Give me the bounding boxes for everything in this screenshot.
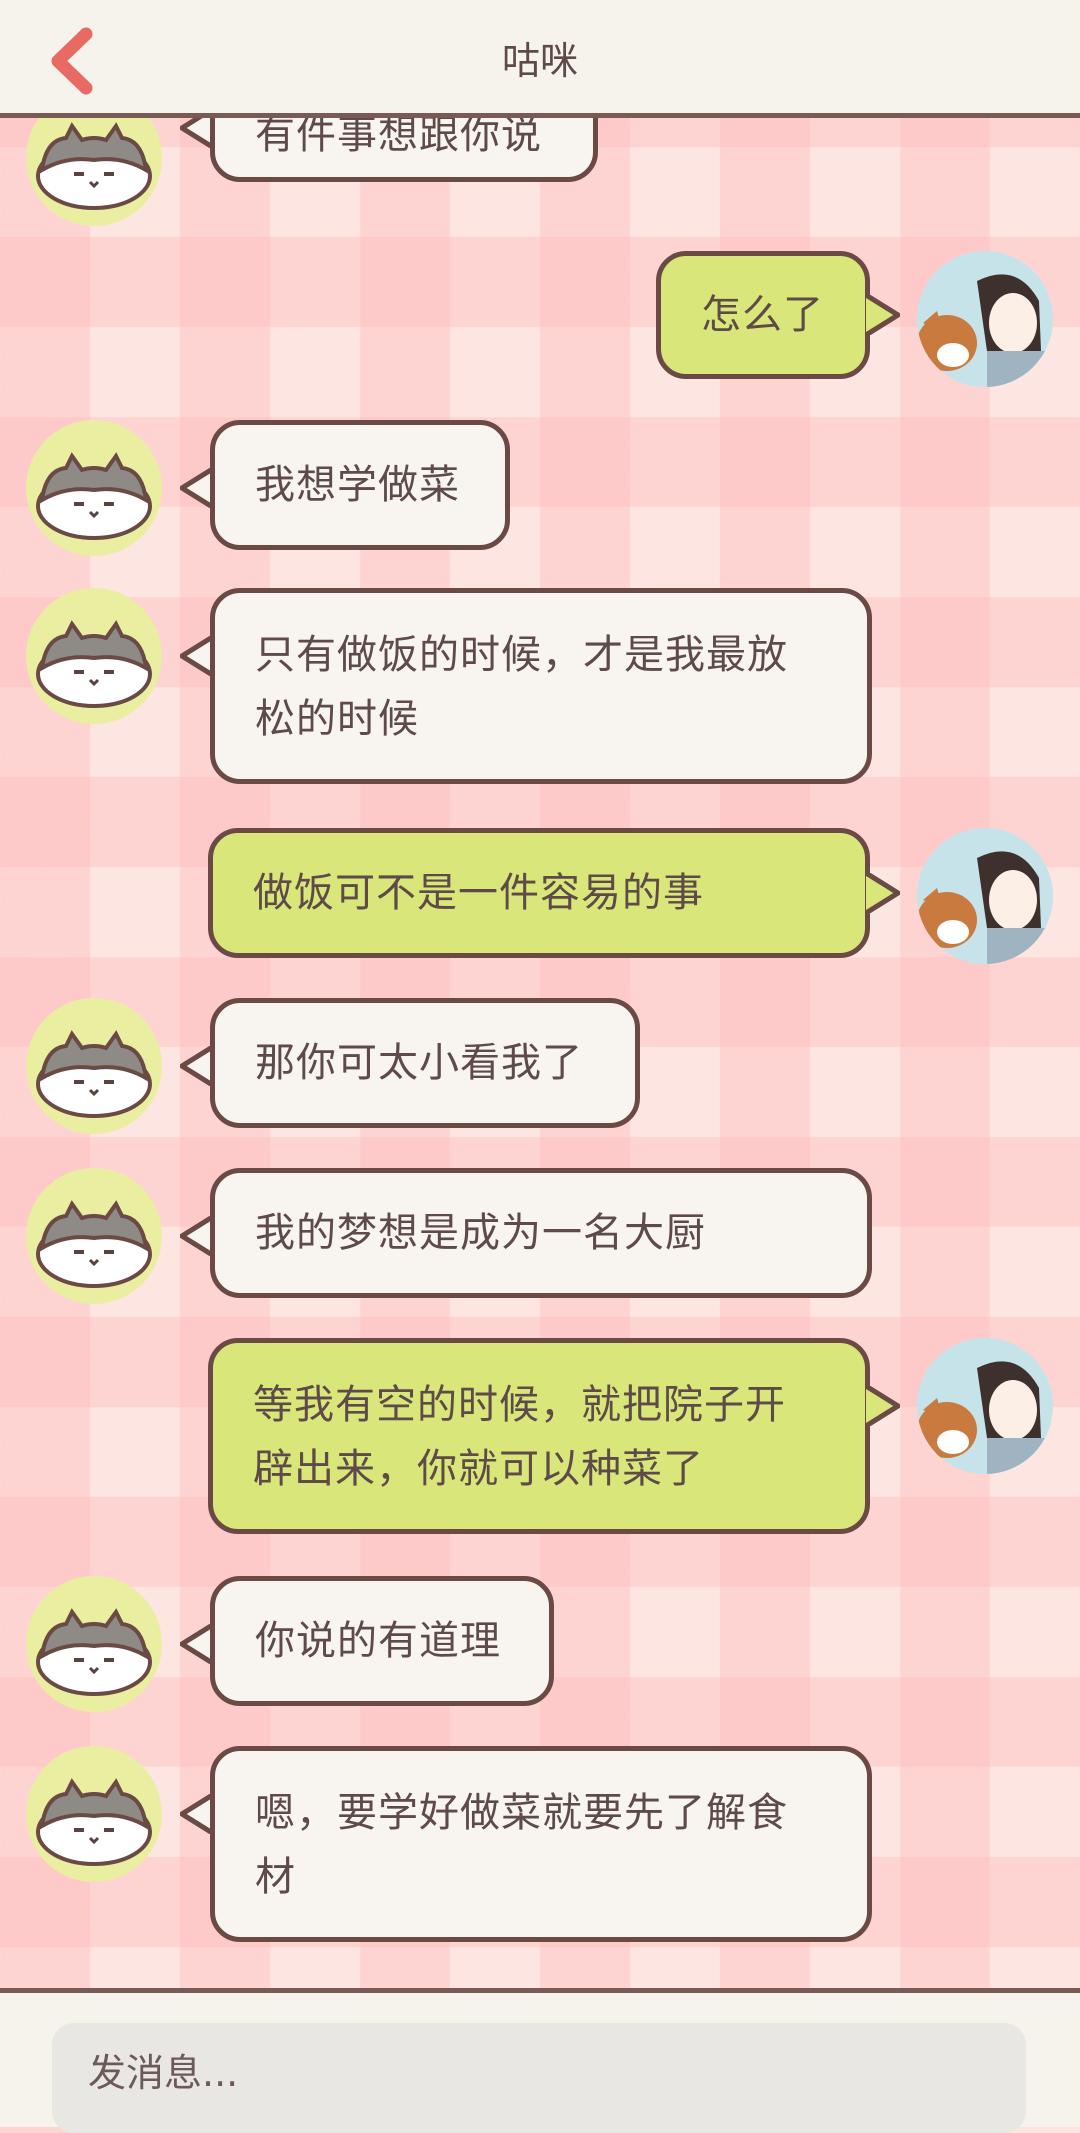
- message-bubble[interactable]: 只有做饭的时候，才是我最放松的时候: [210, 588, 872, 784]
- message-item: 嗯，要学好做菜就要先了解食材: [0, 1746, 1080, 1946]
- message-item: 你说的有道理: [0, 1576, 1080, 1712]
- cat-avatar[interactable]: [26, 118, 162, 226]
- message-bubble[interactable]: 嗯，要学好做菜就要先了解食材: [210, 1746, 872, 1942]
- composer-bar: 发消息...: [0, 1988, 1080, 2133]
- cat-avatar[interactable]: [26, 588, 162, 724]
- cat-avatar[interactable]: [26, 420, 162, 556]
- chat-title: 咕咪: [501, 39, 578, 83]
- message-bubble[interactable]: 我的梦想是成为一名大厨: [210, 1168, 872, 1298]
- message-bubble[interactable]: 怎么了: [656, 251, 870, 379]
- bubble-tail: [866, 1386, 900, 1426]
- cat-avatar[interactable]: [26, 1168, 162, 1304]
- bubble-tail: [866, 295, 900, 335]
- user-avatar[interactable]: [917, 1338, 1053, 1474]
- bubble-tail: [180, 118, 214, 148]
- message-item: 有件事想跟你说: [0, 118, 1080, 226]
- user-avatar[interactable]: [917, 251, 1053, 387]
- message-bubble[interactable]: 你说的有道理: [210, 1576, 554, 1706]
- cat-avatar[interactable]: [26, 1576, 162, 1712]
- message-item: 只有做饭的时候，才是我最放松的时候: [0, 588, 1080, 788]
- cat-avatar[interactable]: [26, 998, 162, 1134]
- message-item: 做饭可不是一件容易的事: [0, 828, 1080, 964]
- message-input[interactable]: 发消息...: [52, 2023, 1026, 2133]
- message-bubble[interactable]: 那你可太小看我了: [210, 998, 640, 1128]
- bubble-tail: [180, 1624, 214, 1664]
- message-bubble[interactable]: 做饭可不是一件容易的事: [208, 828, 870, 958]
- bubble-tail: [180, 1794, 214, 1834]
- message-item: 我的梦想是成为一名大厨: [0, 1168, 1080, 1304]
- bubble-tail: [180, 636, 214, 676]
- message-item: 那你可太小看我了: [0, 998, 1080, 1134]
- message-item: 怎么了: [0, 251, 1080, 391]
- message-list[interactable]: 有件事想跟你说 怎么了 我想学做菜 只有做饭的时候，才是我最放松的时候 做饭可不…: [0, 118, 1080, 1988]
- message-bubble[interactable]: 有件事想跟你说: [210, 118, 598, 182]
- cat-avatar[interactable]: [26, 1746, 162, 1882]
- user-avatar[interactable]: [917, 828, 1053, 964]
- bubble-tail: [180, 1046, 214, 1086]
- bubble-tail: [180, 1216, 214, 1256]
- message-item: 我想学做菜: [0, 420, 1080, 556]
- chat-header: 咕咪: [0, 0, 1080, 118]
- bubble-tail: [180, 468, 214, 508]
- bubble-tail: [866, 873, 900, 913]
- message-bubble[interactable]: 我想学做菜: [210, 420, 510, 550]
- message-item: 等我有空的时候，就把院子开辟出来，你就可以种菜了: [0, 1338, 1080, 1538]
- message-bubble[interactable]: 等我有空的时候，就把院子开辟出来，你就可以种菜了: [208, 1338, 870, 1534]
